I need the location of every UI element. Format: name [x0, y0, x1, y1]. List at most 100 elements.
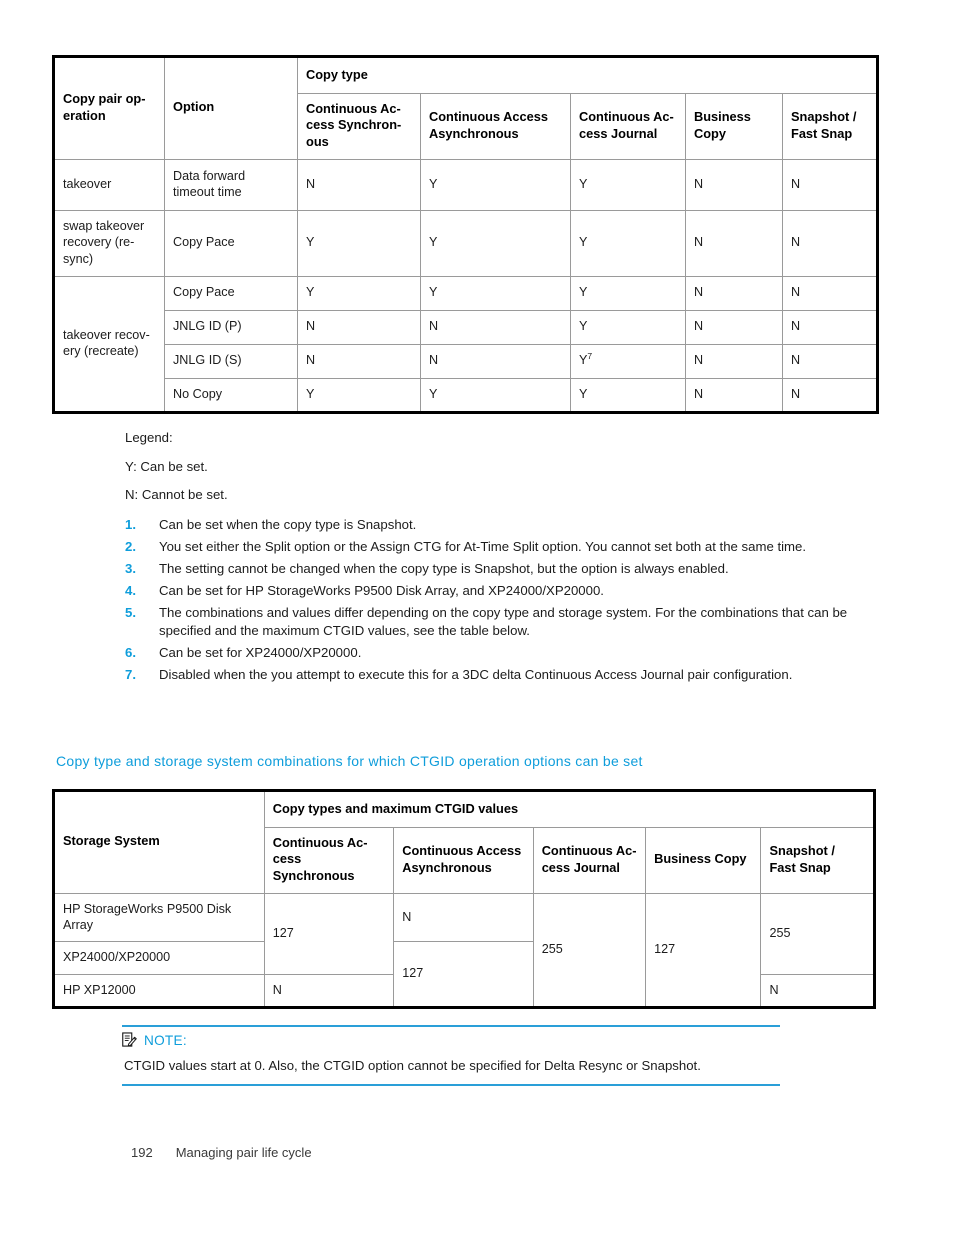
copy-pair-operation-options-table: Copy pair op- eration Option Copy type C…: [52, 55, 880, 414]
list-item-number: 4.: [125, 583, 136, 599]
legend-n-line: N: Cannot be set.: [125, 487, 228, 503]
list-item-number: 1.: [125, 516, 136, 532]
list-item-number: 5.: [125, 605, 136, 621]
cell-value-journal: Y: [570, 158, 686, 211]
cell-value-async: N: [420, 343, 571, 379]
note-callout: NOTE: CTGID values start at 0. Also, the…: [122, 1025, 780, 1087]
list-item-text: Can be set when the copy type is Snapsho…: [159, 516, 417, 532]
section-heading-link[interactable]: Copy type and storage system combination…: [56, 753, 643, 769]
cell-option: No Copy: [164, 377, 298, 413]
legend-title: Legend:: [125, 430, 173, 445]
cell-value-snap: N: [781, 275, 879, 311]
table-row: takeover recov- ery (recreate) Copy Pace…: [53, 275, 879, 413]
table-row: JNLG ID (S) N N Y7 N N: [54, 343, 879, 379]
ctgid-storage-system-table: Storage System Copy types and maximum CT…: [52, 789, 876, 1009]
cell-value-bc: N: [685, 275, 783, 311]
list-item-text: Can be set for XP24000/XP20000.: [159, 644, 362, 660]
list-item-text: Disabled when the you attempt to execute…: [159, 666, 793, 682]
list-item-text: The setting cannot be changed when the c…: [159, 561, 729, 577]
cell-option: Copy Pace: [164, 209, 298, 277]
cell-async-value: N: [393, 892, 534, 943]
list-item: 4. Can be set for HP StorageWorks P9500 D…: [125, 582, 885, 599]
list-item-number: 2.: [125, 538, 136, 554]
header-continuous-access-asynchronous: Continuous Access Asynchronous: [420, 92, 571, 160]
cell-storage-system: HP XP12000: [53, 973, 265, 1008]
note-bottom-rule: [122, 1084, 780, 1087]
cell-value-async: Y: [420, 158, 571, 211]
header-option: Option: [164, 56, 298, 160]
legend-block: Legend: Y: Can be set. N: Cannot be set.…: [125, 430, 885, 688]
table-row: swap takeover recovery (re- sync) Copy P…: [53, 209, 879, 277]
note-pencil-icon: [122, 1032, 137, 1048]
list-item-number: 7.: [125, 666, 136, 682]
table-row: takeover Data forward timeout time N Y Y…: [53, 158, 879, 211]
cell-snapshot-value: 255: [760, 892, 875, 975]
list-item-text: Can be set for HP StorageWorks P9500 Dis…: [159, 583, 604, 599]
header-ctgid-group: Copy types and maximum CTGID values: [263, 790, 876, 828]
cell-value-journal: Y: [570, 377, 686, 413]
cell-value-bc: N: [685, 309, 783, 345]
header-continuous-access-synchronous: Continuous Ac- cess Synchronous: [263, 826, 395, 894]
list-item: 3. The setting cannot be changed when the…: [125, 560, 885, 577]
cell-storage-system: HP StorageWorks P9500 Disk Array: [53, 892, 265, 943]
header-business-copy: Business Copy: [645, 826, 762, 894]
cell-value-sync: Y: [297, 209, 421, 277]
cell-value-journal: Y: [570, 209, 686, 277]
cell-value-bc: N: [685, 377, 783, 413]
cell-value-snap: N: [781, 309, 879, 345]
cell-snapshot-value: N: [760, 973, 875, 1008]
cell-operation: takeover: [53, 158, 165, 211]
header-continuous-access-synchronous: Continuous Ac- cess Synchron- ous: [297, 92, 421, 160]
header-storage-system: Storage System: [53, 790, 265, 894]
cell-value-snap: N: [781, 158, 879, 211]
header-snapshot-fast-snap: Snapshot / Fast Snap: [781, 92, 879, 160]
cell-sync-value: N: [263, 973, 395, 1008]
cell-journal-value: 255: [532, 892, 647, 1008]
note-title: NOTE:: [144, 1032, 187, 1048]
footnote-list: 1. Can be set when the copy type is Snaps…: [125, 516, 885, 683]
header-copy-pair-operation: Copy pair op- eration: [53, 56, 165, 160]
header-business-copy: Business Copy: [685, 92, 783, 160]
table-row: JNLG ID (P) N N Y N N: [54, 309, 879, 345]
document-page: Copy pair op- eration Option Copy type C…: [0, 0, 954, 1235]
cell-operation: takeover recov- ery (recreate): [53, 275, 165, 413]
list-item: 1. Can be set when the copy type is Snaps…: [125, 516, 885, 533]
list-item-text: The combinations and values differ depen…: [159, 605, 848, 638]
cell-value-snap: N: [781, 209, 879, 277]
cell-sync-value: 127: [263, 892, 395, 975]
cell-value-bc: N: [685, 209, 783, 277]
list-item: 2. You set either the Split option or the…: [125, 538, 885, 555]
header-snapshot-fast-snap: Snapshot / Fast Snap: [760, 826, 875, 894]
table-row: HP StorageWorks P9500 Disk Array 127 N 2…: [53, 892, 875, 1008]
cell-option: JNLG ID (S): [164, 343, 298, 379]
cell-value-journal-footnoted: Y7: [570, 343, 686, 379]
cell-value-async: Y: [420, 275, 571, 311]
cell-value-sync: N: [297, 158, 421, 211]
header-continuous-access-journal: Continuous Ac- cess Journal: [532, 826, 647, 894]
list-item: 5. The combinations and values differ dep…: [125, 604, 885, 638]
cell-option: JNLG ID (P): [164, 309, 298, 345]
cell-business-copy-value: 127: [645, 892, 762, 1008]
cell-option: Data forward timeout time: [164, 158, 298, 211]
cell-option: Copy Pace: [164, 275, 298, 311]
cell-value-async: N: [420, 309, 571, 345]
table-row: No Copy Y Y Y N N: [54, 377, 879, 413]
list-item-number: 3.: [125, 561, 136, 577]
cell-value-sync: Y: [297, 377, 421, 413]
note-header: NOTE:: [122, 1027, 780, 1051]
cell-value-sync: N: [297, 343, 421, 379]
footnote-marker: 7: [587, 351, 593, 362]
header-continuous-access-journal: Continuous Ac- cess Journal: [570, 92, 686, 160]
cell-async-value: 127: [393, 941, 534, 1008]
cell-value-snap: N: [781, 377, 879, 413]
list-item: 7. Disabled when the you attempt to execu…: [125, 666, 885, 683]
cell-value-sync: N: [297, 309, 421, 345]
list-item-number: 6.: [125, 644, 136, 660]
note-body: CTGID values start at 0. Also, the CTGID…: [124, 1058, 701, 1073]
cell-value-bc: N: [685, 343, 783, 379]
cell-value-journal: Y: [570, 309, 686, 345]
header-copy-type-group: Copy type: [296, 56, 879, 94]
table-header-row-group: Copy pair op- eration Option Copy type: [53, 56, 879, 160]
list-item: 6. Can be set for XP24000/XP20000.: [125, 644, 885, 661]
cell-value-sync: Y: [297, 275, 421, 311]
